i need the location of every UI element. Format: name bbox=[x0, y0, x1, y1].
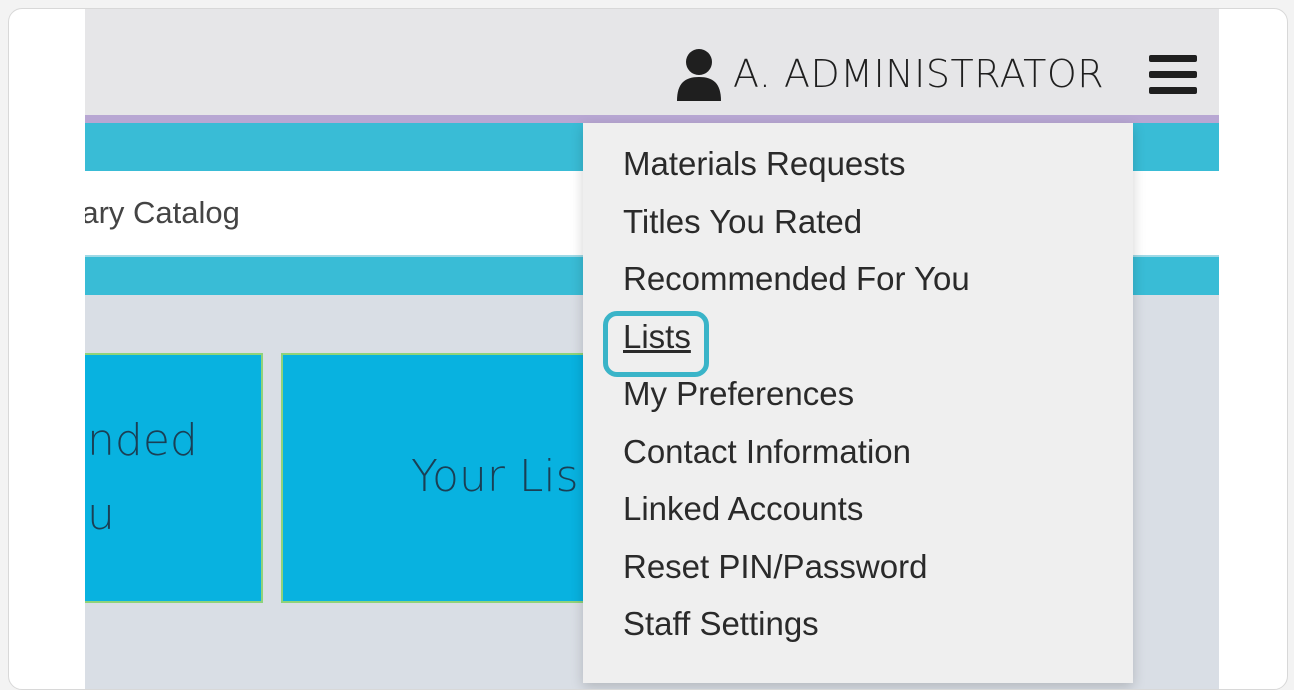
search-input-text: rary Catalog bbox=[85, 195, 240, 230]
tile-recommended-line1: nded bbox=[87, 415, 198, 466]
menu-item-staff-settings[interactable]: Staff Settings bbox=[623, 605, 819, 643]
menu-item-reset-pin-password[interactable]: Reset PIN/Password bbox=[623, 548, 927, 586]
screenshot-frame: A. ADMINISTRATOR rary Catalog nded u You… bbox=[8, 8, 1288, 690]
account-menu-toggle[interactable]: A. ADMINISTRATOR bbox=[675, 47, 1104, 101]
menu-item-lists[interactable]: Lists bbox=[623, 318, 691, 356]
user-name: A. ADMINISTRATOR bbox=[733, 52, 1105, 96]
tile-recommended[interactable]: nded u bbox=[85, 353, 263, 603]
menu-item-recommended-for-you[interactable]: Recommended For You bbox=[623, 260, 970, 298]
tile-recommended-line2: u bbox=[87, 489, 115, 540]
hamburger-menu-icon[interactable] bbox=[1149, 55, 1197, 95]
tile-your-lists[interactable]: Your Lis bbox=[281, 353, 605, 603]
tile-your-lists-label: Your Lis bbox=[411, 451, 579, 502]
menu-item-titles-you-rated[interactable]: Titles You Rated bbox=[623, 203, 862, 241]
menu-item-contact-information[interactable]: Contact Information bbox=[623, 433, 911, 471]
header-bar: A. ADMINISTRATOR bbox=[85, 9, 1219, 115]
menu-item-my-preferences[interactable]: My Preferences bbox=[623, 375, 854, 413]
account-dropdown-menu: Materials Requests Titles You Rated Reco… bbox=[583, 123, 1133, 683]
user-icon bbox=[675, 47, 723, 101]
menu-item-linked-accounts[interactable]: Linked Accounts bbox=[623, 490, 863, 528]
menu-item-materials-requests[interactable]: Materials Requests bbox=[623, 145, 905, 183]
header-accent-line bbox=[85, 115, 1219, 123]
